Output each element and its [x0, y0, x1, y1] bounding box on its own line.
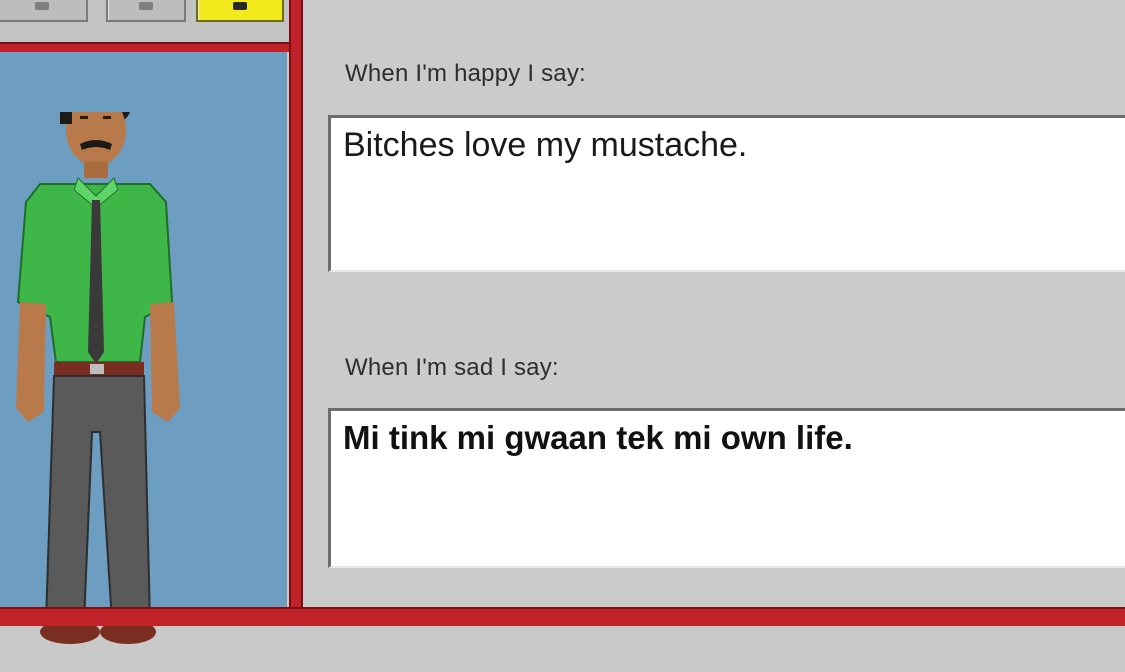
divider [289, 0, 303, 624]
toolbar-button-1[interactable] [0, 0, 88, 22]
divider [0, 42, 296, 52]
toolbar-icon-2 [139, 2, 153, 10]
sad-phrase-input[interactable]: Mi tink mi gwaan tek mi own life. [328, 408, 1125, 568]
happy-phrase-label: When I'm happy I say: [345, 60, 586, 87]
sad-phrase-label: When I'm sad I say: [345, 354, 559, 381]
toolbar-button-2[interactable] [106, 0, 186, 22]
toolbar-icon-3 [233, 2, 247, 10]
divider [0, 607, 1125, 626]
happy-phrase-input[interactable]: Bitches love my mustache. [328, 115, 1125, 272]
toolbar [0, 0, 296, 44]
toolbar-icon-1 [35, 2, 49, 10]
character-preview [0, 52, 287, 644]
toolbar-button-3-active[interactable] [196, 0, 284, 22]
